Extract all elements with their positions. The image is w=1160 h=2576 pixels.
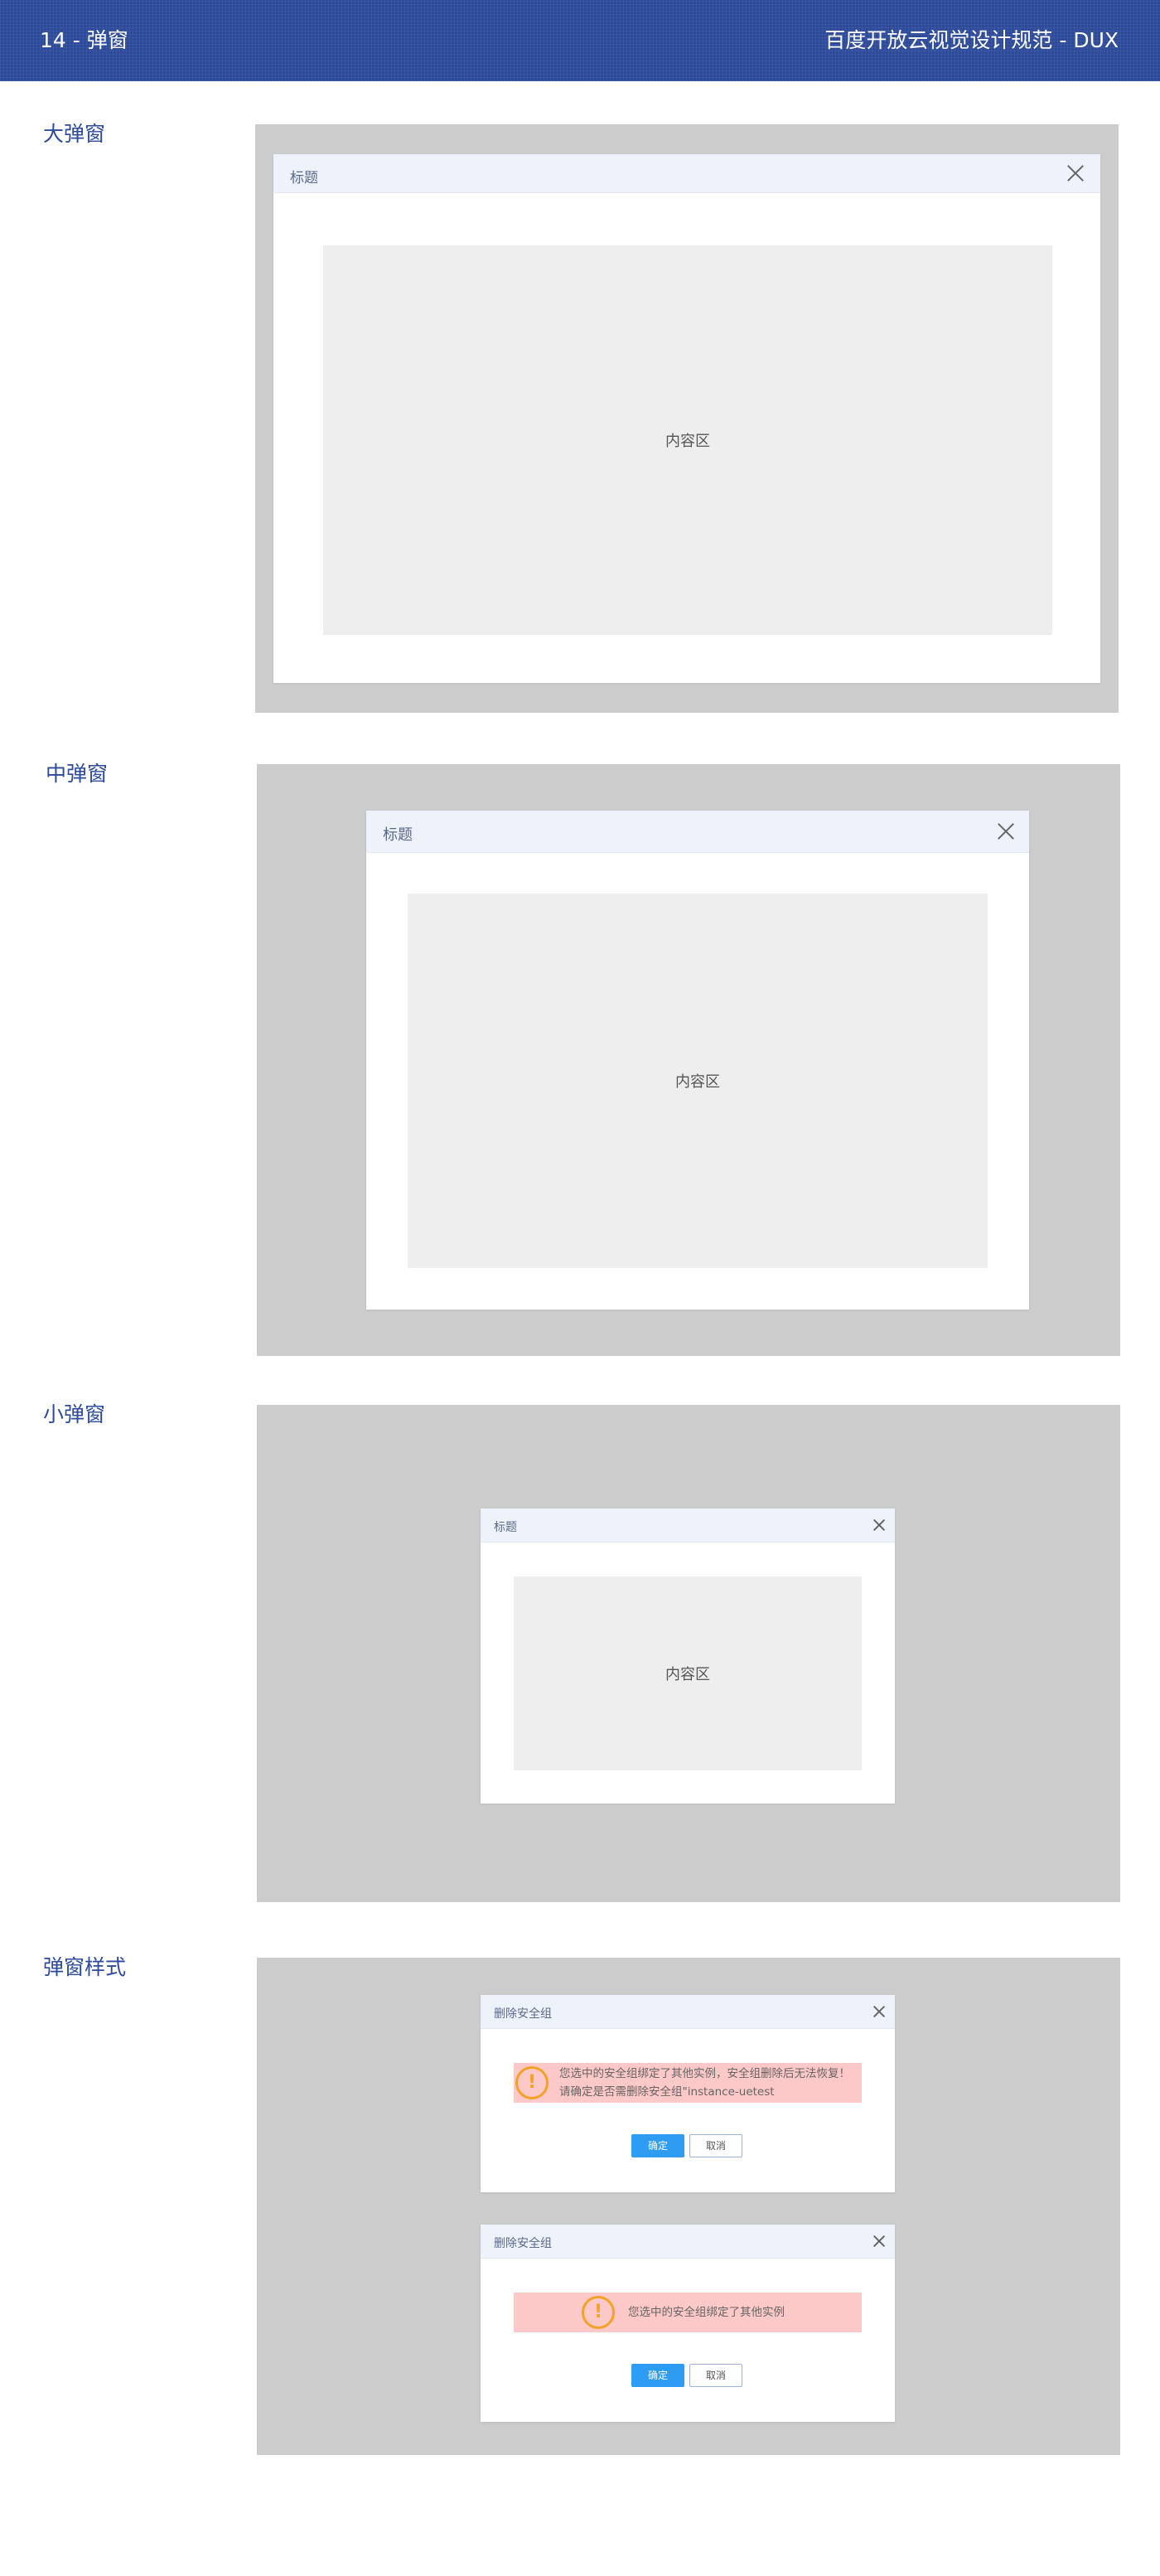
cancel-button[interactable]: 取消 (689, 2134, 742, 2157)
large-modal-overlay: 标题 .ci-l::before,.ci-l::after{width:22px… (255, 124, 1119, 713)
warning-message-box: ! 您选中的安全组绑定了其他实例 (514, 2293, 862, 2332)
medium-content-label: 内容区 (675, 1073, 720, 1091)
dialog-header: 删除安全组 (481, 1995, 895, 2029)
warning-text-line-2: 请确定是否需删除安全组"instance-uetest (559, 2085, 775, 2099)
warning-text-line-1: 您选中的安全组绑定了其他实例，安全组删除后无法恢复！ (559, 2067, 850, 2080)
warning-message-box: ! 您选中的安全组绑定了其他实例，安全组删除后无法恢复！ 请确定是否需删除安全组… (514, 2063, 862, 2103)
small-modal: 标题 内容区 (481, 1508, 895, 1804)
large-content-area: 内容区 (323, 245, 1052, 635)
medium-modal-overlay: 标题 内容区 (257, 764, 1120, 1356)
close-icon[interactable] (873, 1519, 885, 1531)
small-content-area: 内容区 (514, 1576, 862, 1770)
spec-title: 百度开放云视觉设计规范 - DUX (824, 28, 1119, 52)
large-content-label: 内容区 (665, 433, 710, 450)
warning-icon: ! (515, 2066, 549, 2099)
large-modal-header: 标题 .ci-l::before,.ci-l::after{width:22px… (273, 154, 1100, 193)
medium-modal-title: 标题 (383, 826, 413, 844)
small-modal-label: 小弹窗 (43, 1402, 106, 1426)
dialog-header: 删除安全组 (481, 2225, 895, 2259)
medium-modal: 标题 内容区 (366, 811, 1029, 1310)
dialog-title: 删除安全组 (494, 2007, 552, 2021)
warning-icon: ! (582, 2296, 615, 2329)
large-modal-label: 大弹窗 (43, 122, 106, 146)
warning-text-line-1: 您选中的安全组绑定了其他实例 (628, 2306, 785, 2319)
dialog-styles-label: 弹窗样式 (43, 1955, 127, 1979)
large-modal: 标题 .ci-l::before,.ci-l::after{width:22px… (273, 154, 1100, 683)
medium-content-area: 内容区 (408, 893, 988, 1268)
close-icon[interactable] (873, 2235, 885, 2247)
section-number: 14 - 弹窗 (40, 28, 128, 52)
dialog-styles-overlay: 删除安全组 ! 您选中的安全组绑定了其他实例，安全组删除后无法恢复！ 请确定是否… (257, 1958, 1120, 2455)
medium-modal-header: 标题 (366, 811, 1029, 853)
page-header: 14 - 弹窗 百度开放云视觉设计规范 - DUX (0, 0, 1160, 81)
confirm-button[interactable]: 确定 (631, 2364, 684, 2387)
medium-modal-label: 中弹窗 (46, 762, 109, 786)
confirm-button[interactable]: 确定 (631, 2134, 684, 2157)
small-content-label: 内容区 (665, 1666, 710, 1683)
close-icon[interactable] (998, 823, 1014, 840)
small-modal-overlay: 标题 内容区 (257, 1405, 1120, 1902)
close-icon[interactable] (873, 2006, 885, 2017)
dialog-title: 删除安全组 (494, 2237, 552, 2250)
small-modal-title: 标题 (494, 1521, 517, 1534)
delete-dialog-simple: 删除安全组 ! 您选中的安全组绑定了其他实例 确定 取消 (481, 2225, 895, 2422)
large-modal-title: 标题 (290, 170, 318, 186)
cancel-button[interactable]: 取消 (689, 2364, 742, 2387)
delete-dialog-detailed: 删除安全组 ! 您选中的安全组绑定了其他实例，安全组删除后无法恢复！ 请确定是否… (481, 1995, 895, 2192)
close-icon[interactable]: .ci-l::before,.ci-l::after{width:22px;he… (1067, 165, 1084, 182)
small-modal-header: 标题 (481, 1508, 895, 1542)
